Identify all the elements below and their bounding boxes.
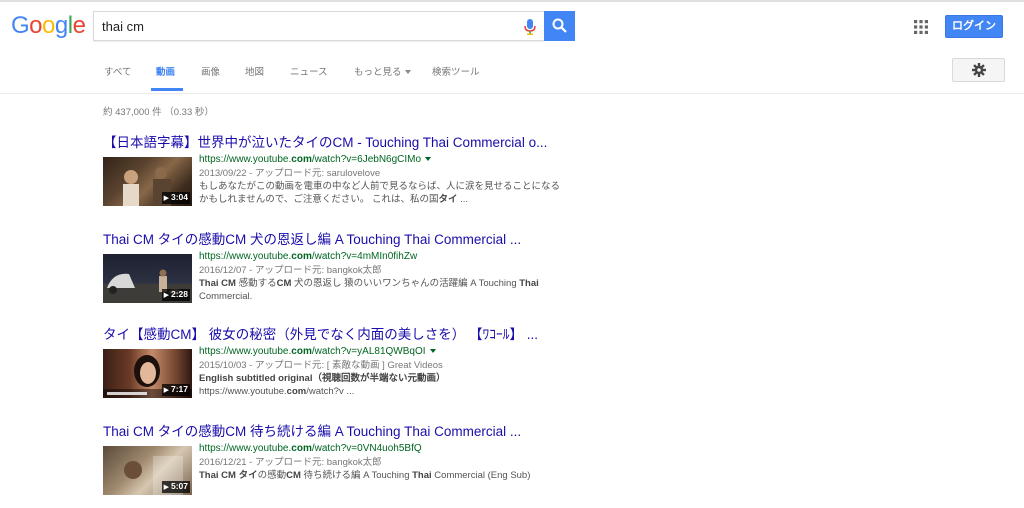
url-text: /watch?v=yAL81QWBqOI <box>311 346 426 357</box>
search-result: タイ【感動CM】 彼女の秘密（外見でなく内面の美しさを） 【ﾜｺｰﾙ】 ... … <box>103 327 563 411</box>
result-url: https://www.youtube.com/watch?v=yAL81QWB… <box>199 345 563 359</box>
video-duration: 7:17 <box>161 384 190 396</box>
url-text: /watch?v=6JebN6gCIMo <box>311 154 422 165</box>
result-snippet: English subtitled original（視聴回数が半端ない元動画）… <box>199 372 563 398</box>
snippet-text: 待ち続ける編 A Touching <box>300 470 413 481</box>
result-snippet: Thai CM タイの感動CM 待ち続ける編 A Touching Thai C… <box>199 469 563 482</box>
tab-more-label: もっと見る <box>354 67 402 78</box>
result-title-link[interactable]: Thai CM タイの感動CM 犬の恩返し編 A Touching Thai C… <box>103 232 563 248</box>
video-thumbnail[interactable]: 3:04 <box>103 157 192 206</box>
active-tab-indicator <box>151 88 183 91</box>
search-button[interactable] <box>544 11 575 41</box>
result-body: 7:17 https://www.youtube.com/watch?v=yAL… <box>103 345 563 411</box>
url-menu-caret-icon[interactable] <box>429 349 436 354</box>
upload-info: 2016/12/07 - アップロード元: bangkok太郎 <box>199 265 382 276</box>
result-title-link[interactable]: Thai CM タイの感動CM 待ち続ける編 A Touching Thai C… <box>103 424 563 440</box>
snippet-highlight: タイ <box>438 194 458 205</box>
logo-letter: G <box>11 12 30 39</box>
result-title-link[interactable]: 【日本語字幕】世界中が泣いたタイのCM - Touching Thai Comm… <box>103 135 563 151</box>
result-meta: https://www.youtube.com/watch?v=yAL81QWB… <box>199 345 563 398</box>
video-thumbnail[interactable]: 2:28 <box>103 254 192 303</box>
search-result: Thai CM タイの感動CM 待ち続ける編 A Touching Thai C… <box>103 424 563 508</box>
top-bar: Google ログイン <box>0 0 1024 48</box>
video-thumbnail[interactable]: 7:17 <box>103 349 192 398</box>
url-text: /watch?v=4mMIn0fihZw <box>311 251 418 262</box>
snippet-highlight: Thai <box>519 278 539 289</box>
search-result: 【日本語字幕】世界中が泣いたタイのCM - Touching Thai Comm… <box>103 135 563 219</box>
video-duration: 2:28 <box>161 289 190 301</box>
result-snippet: Thai CM 感動するCM 犬の恩返し 猿のいいワンちゃんの活躍編 A Tou… <box>199 277 563 303</box>
tab-images[interactable]: 画像 <box>201 64 220 78</box>
result-url: https://www.youtube.com/watch?v=0VN4uoh5… <box>199 442 563 456</box>
url-menu-caret-icon[interactable] <box>425 157 432 162</box>
tab-videos[interactable]: 動画 <box>156 64 175 78</box>
tab-search-tools[interactable]: 検索ツール <box>432 64 480 78</box>
upload-info: 2015/10/03 - アップロード元: [ 素敵な動画 ] Great Vi… <box>199 360 443 371</box>
google-logo[interactable]: Google <box>11 12 86 40</box>
settings-button[interactable] <box>952 58 1005 82</box>
snippet-highlight: CM <box>276 278 292 289</box>
url-text-bold: com <box>291 346 312 357</box>
result-url: https://www.youtube.com/watch?v=4mMIn0fi… <box>199 250 563 264</box>
result-meta: https://www.youtube.com/watch?v=4mMIn0fi… <box>199 250 563 303</box>
apps-grid-icon[interactable] <box>914 20 928 34</box>
result-meta: https://www.youtube.com/watch?v=6JebN6gC… <box>199 153 563 206</box>
logo-letter: g <box>54 12 68 39</box>
url-text-bold: com <box>291 443 312 454</box>
snippet-text: もしあなたがこの動画を電車の中など人前で見るならば、人に涙を見せることになるかも… <box>199 181 561 205</box>
snippet-text: 犬の恩返し 猿のいいワンちゃんの活躍編 A Touching <box>291 278 520 289</box>
video-duration: 3:04 <box>161 192 190 204</box>
url-text: https://www.youtube. <box>199 154 292 165</box>
chevron-down-icon <box>404 70 411 75</box>
snippet-highlight: English subtitled original（視聴回数が半端ない元動画） <box>199 373 446 384</box>
upload-info: 2016/12/21 - アップロード元: bangkok太郎 <box>199 457 382 468</box>
snippet-text: Commercial (Eng Sub) <box>431 470 531 481</box>
url-text: https://www.youtube. <box>199 251 292 262</box>
url-text-bold: com <box>291 154 312 165</box>
search-input[interactable] <box>102 12 502 40</box>
snippet-highlight: Thai CM <box>199 278 236 289</box>
search-result: Thai CM タイの感動CM 犬の恩返し編 A Touching Thai C… <box>103 232 563 316</box>
tab-more[interactable]: もっと見る <box>354 64 411 78</box>
gear-icon <box>972 63 986 77</box>
snippet-text: ... <box>457 194 469 205</box>
snippet-highlight: CM <box>286 470 301 481</box>
snippet-text: Commercial. <box>199 291 253 302</box>
url-text: https://www.youtube. <box>199 443 292 454</box>
result-body: 5:07 https://www.youtube.com/watch?v=0VN… <box>103 442 563 508</box>
snippet-highlight: com <box>286 386 307 397</box>
snippet-text: https://www.youtube. <box>199 386 287 397</box>
tab-all[interactable]: すべて <box>104 64 131 78</box>
url-text-bold: com <box>291 251 312 262</box>
snippet-text: 感動する <box>235 278 277 289</box>
snippet-highlight: Thai CM タイ <box>199 470 258 481</box>
result-title-link[interactable]: タイ【感動CM】 彼女の秘密（外見でなく内面の美しさを） 【ﾜｺｰﾙ】 ... <box>103 327 563 343</box>
logo-letter: e <box>72 12 86 39</box>
tab-maps[interactable]: 地図 <box>245 64 264 78</box>
snippet-text: の感動 <box>257 470 287 481</box>
snippet-highlight: Thai <box>412 470 432 481</box>
logo-letter: o <box>29 12 43 39</box>
search-icon <box>552 18 567 33</box>
microphone-icon[interactable] <box>523 19 537 35</box>
result-body: 2:28 https://www.youtube.com/watch?v=4mM… <box>103 250 563 316</box>
result-stats: 約 437,000 件 （0.33 秒） <box>103 107 214 118</box>
login-button[interactable]: ログイン <box>945 15 1003 38</box>
result-snippet: もしあなたがこの動画を電車の中など人前で見るならば、人に涙を見せることになるかも… <box>199 180 563 206</box>
result-url: https://www.youtube.com/watch?v=6JebN6gC… <box>199 153 563 167</box>
result-body: 3:04 https://www.youtube.com/watch?v=6Je… <box>103 153 563 219</box>
upload-info: 2013/09/22 - アップロード元: sarulovelove <box>199 168 381 179</box>
search-tabs: すべて 動画 画像 地図 ニュース もっと見る 検索ツール <box>0 48 1024 94</box>
result-meta: https://www.youtube.com/watch?v=0VN4uoh5… <box>199 442 563 482</box>
tab-news[interactable]: ニュース <box>290 64 328 78</box>
search-box[interactable] <box>93 11 544 41</box>
url-text: /watch?v=0VN4uoh5BfQ <box>311 443 422 454</box>
url-text: https://www.youtube. <box>199 346 292 357</box>
video-duration: 5:07 <box>161 481 190 493</box>
snippet-text: /watch?v ... <box>306 386 355 397</box>
logo-letter: o <box>42 12 55 39</box>
